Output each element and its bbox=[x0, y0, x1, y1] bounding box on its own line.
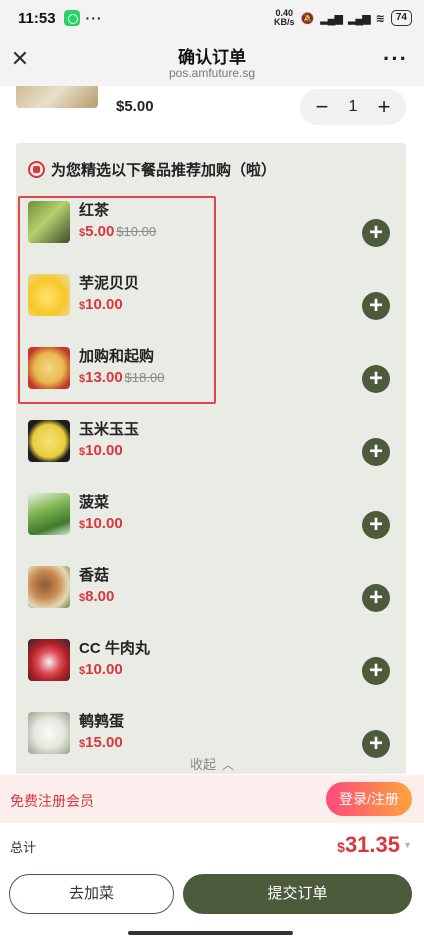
status-icons: 0.40 KB/s 🔕 ▂▄▆ ▂▄▆ ≋ 74 bbox=[274, 9, 412, 27]
page-title: 确认订单 bbox=[178, 48, 246, 67]
add-item-button[interactable]: + bbox=[362, 365, 390, 393]
mute-icon: 🔕 bbox=[300, 12, 315, 25]
caret-down-icon[interactable]: ▼ bbox=[403, 840, 412, 850]
item-price: $10.00 bbox=[79, 442, 125, 460]
add-item-button[interactable]: + bbox=[362, 584, 390, 612]
page-url: pos.amfuture.sg bbox=[168, 66, 256, 80]
action-bar: 去加菜 提交订单 bbox=[0, 869, 424, 929]
increase-quantity-button[interactable]: + bbox=[374, 96, 394, 118]
item-image bbox=[28, 639, 70, 681]
total-amount: $31.35 bbox=[337, 832, 400, 858]
add-item-button[interactable]: + bbox=[362, 511, 390, 539]
whatsapp-icon bbox=[63, 10, 80, 26]
recommendation-heading: 为您精选以下餐品推荐加购（啦） bbox=[28, 159, 276, 180]
member-banner: 免费注册会员 登录/注册 bbox=[0, 775, 424, 823]
quantity-stepper: − 1 + bbox=[300, 89, 406, 125]
cart-item-image bbox=[16, 86, 98, 108]
list-item: 香菇 $8.00 + bbox=[16, 562, 406, 620]
total-currency: $ bbox=[337, 839, 345, 855]
item-price-value: 10.00 bbox=[85, 442, 123, 459]
chevron-up-icon: ︿ bbox=[222, 758, 235, 772]
signal-icon-2: ▂▄▆ bbox=[347, 12, 371, 25]
collapse-button[interactable]: 收起 ︿ bbox=[0, 754, 424, 773]
item-image bbox=[28, 420, 70, 462]
item-price-value: 10.00 bbox=[85, 515, 123, 532]
cart-item-price: $5.00 bbox=[116, 98, 154, 115]
item-image bbox=[28, 712, 70, 754]
item-name: 鹌鹑蛋 bbox=[79, 713, 125, 730]
item-price-value: 10.00 bbox=[85, 661, 123, 678]
item-name: CC 牛肉丸 bbox=[79, 640, 150, 657]
signal-icon: ▂▄▆ bbox=[320, 12, 343, 25]
item-image bbox=[28, 493, 70, 535]
collapse-label: 收起 bbox=[189, 757, 216, 772]
item-image bbox=[28, 566, 70, 608]
more-options-icon[interactable]: ··· bbox=[383, 46, 408, 72]
total-bar: 总计 $31.35 ▼ bbox=[0, 823, 424, 869]
status-time: 11:53 bbox=[18, 9, 56, 27]
list-item: 菠菜 $10.00 + bbox=[16, 489, 406, 547]
add-item-button[interactable]: + bbox=[362, 657, 390, 685]
member-text: 免费注册会员 bbox=[10, 793, 94, 809]
item-price-value: 8.00 bbox=[85, 588, 115, 605]
item-name: 香菇 bbox=[79, 567, 110, 584]
submit-order-button[interactable]: 提交订单 bbox=[183, 874, 412, 914]
highlight-box bbox=[18, 196, 216, 404]
cart-item: $5.00 − 1 + bbox=[0, 86, 424, 136]
gift-icon bbox=[28, 161, 45, 178]
item-price: $15.00 bbox=[79, 734, 125, 752]
recommendation-heading-text: 为您精选以下餐品推荐加购（啦） bbox=[51, 162, 277, 179]
add-more-button[interactable]: 去加菜 bbox=[9, 874, 174, 914]
list-item: 玉米玉玉 $10.00 + bbox=[16, 416, 406, 474]
add-item-button[interactable]: + bbox=[362, 292, 390, 320]
home-indicator[interactable] bbox=[128, 931, 293, 935]
total-amount-value: 31.35 bbox=[344, 832, 400, 857]
title-bar: ✕ 确认订单 pos.amfuture.sg ··· bbox=[0, 36, 424, 86]
order-content[interactable]: $5.00 − 1 + 为您精选以下餐品推荐加购（啦） 红茶 $5.00 $10.… bbox=[0, 86, 424, 774]
item-price: $10.00 bbox=[79, 515, 125, 533]
item-price: $8.00 bbox=[79, 588, 116, 606]
status-bar: 11:53 ··· 0.40 KB/s 🔕 ▂▄▆ ▂▄▆ ≋ 74 bbox=[0, 0, 424, 36]
wifi-icon: ≋ bbox=[375, 12, 385, 25]
more-notifications-icon: ··· bbox=[85, 10, 103, 26]
network-speed-unit: KB/s bbox=[274, 17, 295, 27]
list-item: CC 牛肉丸 $10.00 + bbox=[16, 635, 406, 693]
item-name: 菠菜 bbox=[79, 494, 110, 511]
item-price-value: 15.00 bbox=[85, 734, 123, 751]
decrease-quantity-button[interactable]: − bbox=[312, 96, 332, 118]
add-item-button[interactable]: + bbox=[362, 219, 390, 247]
add-item-button[interactable]: + bbox=[362, 438, 390, 466]
network-speed: 0.40 KB/s bbox=[274, 9, 295, 27]
quantity-value: 1 bbox=[348, 98, 358, 115]
total-label: 总计 bbox=[10, 840, 37, 855]
battery-icon: 74 bbox=[390, 10, 412, 26]
item-price: $10.00 bbox=[79, 661, 125, 679]
login-register-button[interactable]: 登录/注册 bbox=[326, 782, 412, 816]
item-name: 玉米玉玉 bbox=[79, 421, 140, 438]
